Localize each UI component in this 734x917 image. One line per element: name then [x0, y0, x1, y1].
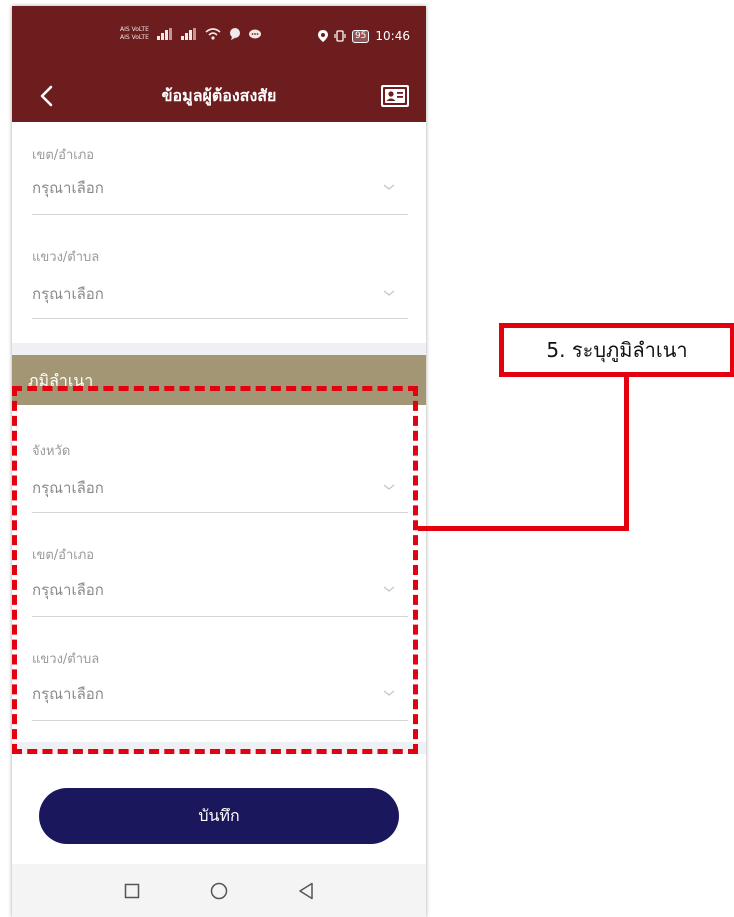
status-bar: AIS VoLTE AIS VoLTE 95 10:46 [12, 6, 426, 70]
chevron-down-icon [383, 586, 395, 592]
subdistrict-label: แขวง/ตำบล [32, 250, 100, 265]
hometown-subdistrict-select[interactable]: กรุณาเลือก [32, 682, 408, 716]
subdistrict-placeholder: กรุณาเลือก [32, 285, 104, 303]
app-bar: ข้อมูลผู้ต้องสงสัย [12, 70, 426, 122]
district-select[interactable]: กรุณาเลือก [32, 176, 408, 210]
province-placeholder: กรุณาเลือก [32, 479, 104, 497]
status-time: 10:46 [375, 29, 410, 43]
district-label: เขต/อำเภอ [32, 148, 95, 163]
subdistrict-select[interactable]: กรุณาเลือก [32, 282, 408, 316]
field-divider [32, 720, 408, 721]
carrier-bottom: AIS VoLTE [120, 34, 149, 41]
district-placeholder: กรุณาเลือก [32, 179, 104, 197]
field-divider [32, 512, 408, 513]
chevron-down-icon [383, 484, 395, 490]
location-icon [317, 30, 328, 42]
android-nav-bar [12, 864, 426, 917]
hometown-district-placeholder: กรุณาเลือก [32, 581, 104, 599]
province-select[interactable]: กรุณาเลือก [32, 476, 408, 510]
hometown-subdistrict-placeholder: กรุณาเลือก [32, 685, 104, 703]
recent-apps-icon[interactable] [124, 883, 140, 899]
chevron-down-icon [383, 690, 395, 696]
carrier-labels: AIS VoLTE AIS VoLTE [120, 26, 149, 42]
status-icons: AIS VoLTE AIS VoLTE [120, 26, 261, 42]
field-divider [32, 616, 408, 617]
phone-screen: AIS VoLTE AIS VoLTE 95 10:46 ข้อมูลผู้ต้… [12, 6, 426, 917]
status-right: 95 10:46 [317, 29, 410, 43]
field-divider [32, 318, 408, 319]
wifi-icon [205, 28, 221, 40]
bottom-spacer [12, 742, 426, 754]
chevron-down-icon [383, 290, 395, 296]
hometown-subdistrict-label: แขวง/ตำบล [32, 652, 100, 667]
callout-connector-vertical [624, 377, 629, 531]
carrier-top: AIS VoLTE [120, 26, 149, 33]
id-card-icon [381, 85, 409, 107]
signal-icon [156, 28, 172, 40]
callout-label: 5. ระบุภูมิลำเนา [499, 323, 734, 377]
hometown-district-select[interactable]: กรุณาเลือก [32, 578, 408, 612]
hometown-section-title: ภูมิลำเนา [28, 371, 94, 390]
hometown-section-header: ภูมิลำเนา [12, 355, 426, 405]
hometown-district-label: เขต/อำเภอ [32, 548, 95, 563]
section-spacer [12, 343, 426, 355]
save-button[interactable]: บันทึก [39, 788, 399, 844]
signal-icon-2 [180, 28, 196, 40]
message-icon [248, 29, 261, 39]
chevron-down-icon [383, 184, 395, 190]
province-label: จังหวัด [32, 444, 71, 459]
chat-icon [229, 28, 240, 40]
back-nav-icon[interactable] [298, 882, 314, 900]
field-divider [32, 214, 408, 215]
id-card-button[interactable] [380, 83, 410, 109]
battery-level: 95 [351, 29, 370, 43]
vibrate-icon [334, 30, 346, 42]
page-title: ข้อมูลผู้ต้องสงสัย [161, 86, 277, 105]
home-icon[interactable] [210, 882, 228, 900]
callout-connector-horizontal [418, 526, 629, 531]
